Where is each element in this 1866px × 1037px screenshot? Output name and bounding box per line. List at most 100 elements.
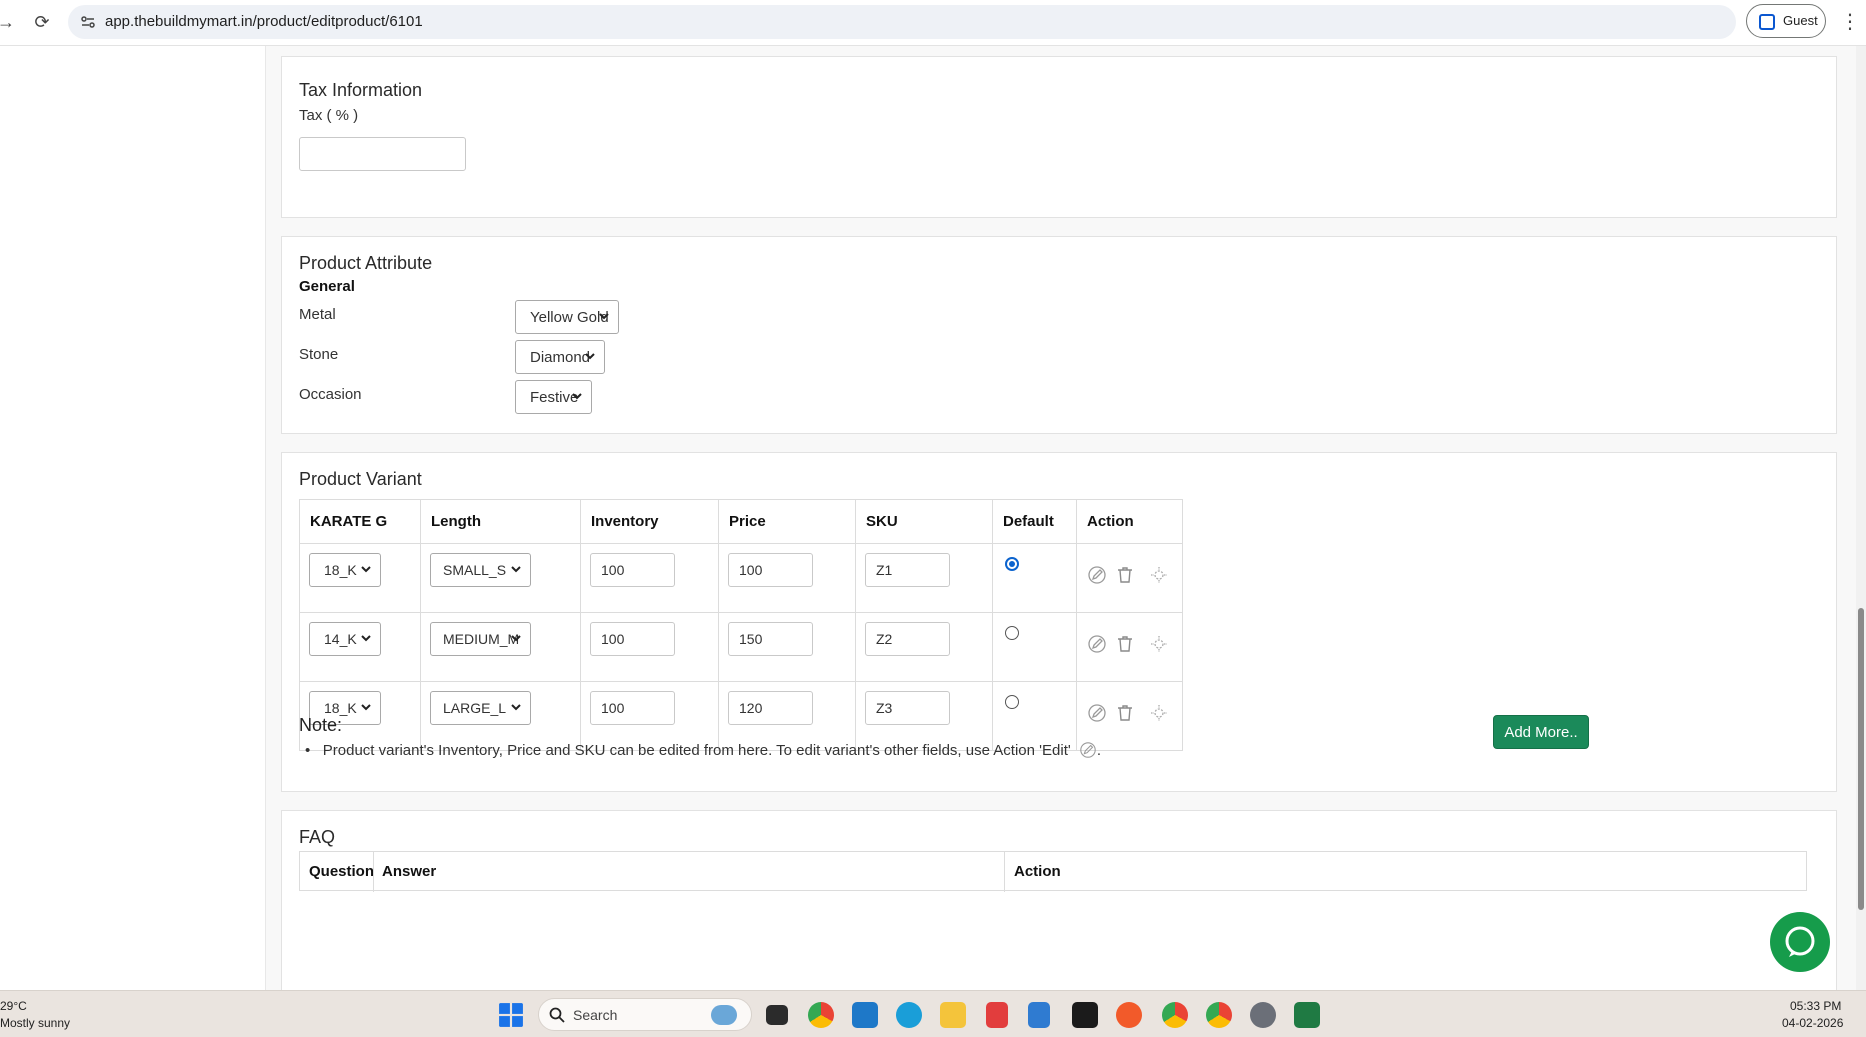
chevron-down-icon (511, 566, 521, 573)
divider (1004, 852, 1005, 892)
edge-icon[interactable] (896, 1002, 922, 1028)
sidebar (0, 46, 266, 990)
col-action: Action (1076, 499, 1183, 544)
more-settings-icon[interactable] (1149, 634, 1169, 654)
default-radio[interactable] (1005, 695, 1019, 709)
terminal-icon[interactable] (1072, 1002, 1098, 1028)
excel-icon[interactable] (1294, 1002, 1320, 1028)
more-settings-icon[interactable] (1149, 565, 1169, 585)
length-value: MEDIUM_M (443, 631, 520, 647)
menu-icon[interactable]: ⋮ (1840, 10, 1860, 34)
forward-icon[interactable]: → (0, 10, 18, 34)
tax-input[interactable] (299, 137, 466, 171)
metal-label: Metal (299, 306, 336, 323)
karate-cell: 14_K (299, 612, 421, 682)
profile-icon (1759, 14, 1775, 30)
price-cell: 100 (718, 543, 856, 613)
chevron-down-icon (511, 635, 521, 642)
scrollbar[interactable] (1856, 46, 1866, 990)
inventory-input[interactable]: 100 (590, 622, 675, 656)
site-settings-icon[interactable] (80, 14, 96, 30)
edit-icon[interactable] (1087, 703, 1107, 723)
metal-select[interactable]: Yellow Gold (515, 300, 619, 334)
chrome-icon[interactable] (1162, 1002, 1188, 1028)
profile-button[interactable]: Guest (1746, 4, 1826, 38)
price-cell: 150 (718, 612, 856, 682)
notepad-icon[interactable] (1028, 1002, 1050, 1028)
variant-table: KARATE G Length Inventory Price SKU Defa… (299, 499, 1183, 751)
note-text: Product variant's Inventory, Price and S… (322, 742, 1071, 759)
variant-header-row: KARATE G Length Inventory Price SKU Defa… (299, 499, 1183, 544)
weather-desc[interactable]: Mostly sunny (0, 1016, 70, 1030)
length-select[interactable]: SMALL_S (430, 553, 531, 587)
price-input[interactable]: 120 (728, 691, 813, 725)
settings-icon[interactable] (1250, 1002, 1276, 1028)
sku-input[interactable]: Z2 (865, 622, 950, 656)
edit-icon[interactable] (1087, 634, 1107, 654)
main-content: Tax Information Tax ( % ) Product Attrib… (266, 46, 1856, 990)
reload-icon[interactable]: ⟳ (30, 10, 54, 34)
postman-icon[interactable] (1116, 1002, 1142, 1028)
action-cell (1076, 543, 1183, 613)
faq-col-answer: Answer (382, 863, 437, 880)
occasion-select[interactable]: Festive (515, 380, 592, 414)
price-input[interactable]: 150 (728, 622, 813, 656)
scroll-thumb[interactable] (1858, 608, 1864, 910)
chevron-down-icon (511, 704, 521, 711)
attribute-card: Product Attribute General Metal Yellow G… (281, 236, 1837, 434)
taskbar-search[interactable]: Search (538, 998, 752, 1031)
karate-select[interactable]: 18_K (309, 553, 381, 587)
col-default: Default (992, 499, 1077, 544)
clock-date[interactable]: 04-02-2026 (1782, 1016, 1843, 1030)
chrome-icon[interactable] (808, 1002, 834, 1028)
variant-row: 18_K SMALL_S 100 100 Z1 (299, 543, 1183, 613)
url-text[interactable]: app.thebuildmymart.in/product/editproduc… (105, 13, 423, 30)
chrome-icon[interactable] (1206, 1002, 1232, 1028)
search-label: Search (573, 1007, 618, 1023)
address-bar[interactable]: app.thebuildmymart.in/product/editproduc… (68, 5, 1736, 39)
clock-time[interactable]: 05:33 PM (1790, 999, 1841, 1013)
delete-icon[interactable] (1115, 634, 1135, 654)
sku-cell: Z1 (855, 543, 993, 613)
tax-card: Tax Information Tax ( % ) (281, 56, 1837, 218)
sku-input[interactable]: Z3 (865, 691, 950, 725)
vscode-icon[interactable] (852, 1002, 878, 1028)
chevron-down-icon (572, 393, 582, 400)
edit-icon[interactable] (1087, 565, 1107, 585)
file-explorer-icon[interactable] (940, 1002, 966, 1028)
default-radio[interactable] (1005, 557, 1019, 571)
price-input[interactable]: 100 (728, 553, 813, 587)
delete-icon[interactable] (1115, 565, 1135, 585)
col-karate: KARATE G (299, 499, 421, 544)
add-more-button[interactable]: Add More.. (1493, 715, 1589, 749)
faq-col-action: Action (1014, 863, 1061, 880)
sku-input[interactable]: Z1 (865, 553, 950, 587)
windows-start-icon[interactable] (498, 1002, 524, 1028)
chevron-down-icon (599, 313, 609, 320)
chevron-down-icon (585, 353, 595, 360)
karate-cell: 18_K (299, 543, 421, 613)
karate-value: 18_K (324, 700, 357, 716)
attribute-title: Product Attribute (299, 253, 433, 273)
length-select[interactable]: MEDIUM_M (430, 622, 531, 656)
more-settings-icon[interactable] (1149, 703, 1169, 723)
chat-button[interactable] (1770, 912, 1830, 972)
chevron-down-icon (361, 704, 371, 711)
stone-select[interactable]: Diamond (515, 340, 605, 374)
bullet: • (305, 742, 323, 759)
metal-value: Yellow Gold (530, 309, 609, 326)
taskbar: 29°C Mostly sunny Search 05:33 PM 04-02-… (0, 990, 1866, 1037)
default-radio[interactable] (1005, 626, 1019, 640)
weather-temp[interactable]: 29°C (0, 999, 27, 1013)
length-select[interactable]: LARGE_L (430, 691, 531, 725)
inventory-input[interactable]: 100 (590, 553, 675, 587)
karate-select[interactable]: 14_K (309, 622, 381, 656)
snipping-tool-icon[interactable] (986, 1002, 1008, 1028)
length-value: SMALL_S (443, 562, 507, 578)
task-view-icon[interactable] (766, 1005, 788, 1025)
karate-value: 18_K (324, 562, 357, 578)
sku-cell: Z2 (855, 612, 993, 682)
edit-icon (1080, 742, 1096, 758)
delete-icon[interactable] (1115, 703, 1135, 723)
inventory-input[interactable]: 100 (590, 691, 675, 725)
